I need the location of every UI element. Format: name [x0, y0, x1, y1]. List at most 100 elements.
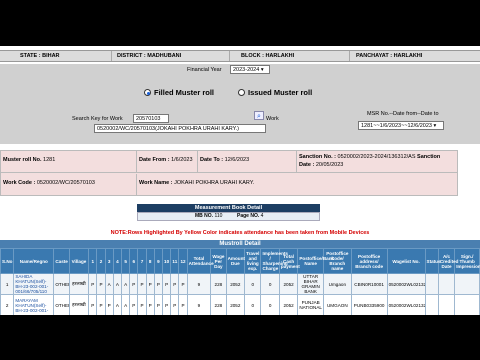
column-header: 4 — [112, 248, 123, 274]
table-cell — [424, 294, 439, 315]
column-header: 1 — [88, 248, 98, 274]
date-from-value: 1/6/2023 — [171, 157, 193, 163]
search-icon[interactable]: ⌕ — [254, 111, 264, 120]
table-cell: P — [88, 294, 98, 315]
table-cell: A — [112, 294, 123, 315]
column-header: Caste — [53, 248, 70, 274]
table-cell: 2 — [0, 294, 15, 315]
info-row-1: Muster roll No. 1281 Date From : 1/6/202… — [1, 151, 457, 173]
table-cell: PUNB0335900 — [350, 294, 388, 315]
table-cell: P — [170, 273, 180, 295]
column-header: Travel and living exp. — [244, 248, 262, 274]
state-label: STATE : BIHAR — [20, 53, 60, 59]
table-cell: 9 — [186, 273, 212, 295]
issued-muster-label: Issued Muster roll — [248, 88, 313, 97]
table-cell: P — [137, 294, 147, 315]
table-cell: 0 — [244, 294, 262, 315]
column-header: Postoffice address/ Branch code — [350, 248, 388, 274]
table-cell: Umgaon — [322, 273, 352, 295]
column-header: Sign./ Thumb Impression — [454, 248, 480, 274]
table-cell: हरलाखी — [68, 294, 90, 315]
table-cell: P — [96, 294, 106, 315]
table-cell: P — [88, 273, 98, 295]
column-header: 9 — [153, 248, 164, 274]
table-cell: UTTAR BIHAR GRAMIN BANK — [297, 273, 324, 295]
table-cell: A — [104, 273, 114, 295]
mustroll-title: Mustroll Detail — [0, 240, 480, 248]
muster-no-label: Muster roll No. — [3, 157, 42, 163]
muster-no-value: 1281 — [43, 157, 56, 163]
chevron-down-icon: ▾ — [433, 123, 437, 129]
date-from-cell: Date From : 1/6/2023 — [137, 151, 198, 173]
page-no-group: Page NO. 4 — [237, 213, 263, 220]
work-label: Work — [266, 116, 279, 122]
table-cell: P — [137, 273, 147, 295]
panchayat-cell: PANCHAYAT : HARLAKHI — [350, 51, 480, 61]
table-cell: 2052 — [225, 294, 246, 315]
table-cell: CBIN0R10001 — [350, 273, 388, 295]
work-name-label: Work Name : — [139, 180, 173, 186]
msr-select[interactable]: 1281~~1/6/2023~~12/6/2023 ▾ — [358, 121, 444, 130]
column-header: 8 — [145, 248, 155, 274]
sanction-date-label: Date : — [299, 162, 315, 168]
table-cell: 0 — [260, 294, 280, 315]
sanction-label: Sanction — [417, 154, 441, 160]
filled-muster-radio[interactable]: Filled Muster roll — [144, 88, 214, 97]
table-cell: P — [178, 273, 188, 295]
table-cell: 2052 — [225, 273, 246, 295]
chevron-down-icon: ▾ — [260, 67, 264, 73]
table-cell: A — [112, 273, 123, 295]
search-key-input[interactable]: 20570103 — [133, 114, 169, 123]
column-header: Postoffice/Bank Name — [297, 248, 334, 274]
mb-no-value: 110 — [214, 213, 223, 219]
table-cell: 9 — [186, 294, 212, 315]
issued-muster-radio[interactable]: Issued Muster roll — [238, 88, 312, 97]
table-cell: 0 — [260, 273, 280, 295]
sanction-no-label: Sanction No. : — [299, 154, 336, 160]
column-header: 10 — [162, 248, 172, 274]
table-cell: A — [120, 273, 131, 295]
column-header: Amount Due — [225, 248, 246, 274]
search-key-label: Search Key for Work — [72, 116, 123, 122]
column-header: A/c Credited Date — [437, 248, 458, 274]
table-cell: OTHER — [53, 273, 70, 295]
table-cell — [437, 273, 456, 295]
table-cell: P — [129, 273, 139, 295]
panchayat-label: PANCHAYAT : HARLAKHI — [356, 53, 423, 59]
table-cell: हरलाखी — [68, 273, 90, 295]
table-cell: P — [162, 294, 172, 315]
column-header: Wagelist No. — [386, 248, 426, 274]
column-header: 11 — [170, 248, 180, 274]
radio-unselected-icon — [238, 89, 245, 96]
table-cell: P — [153, 273, 164, 295]
table-cell: 1 — [0, 273, 15, 295]
district-label: DISTRICT : MADHUBANI — [117, 53, 182, 59]
financial-year-label: Financial Year — [187, 67, 222, 73]
table-cell: P — [162, 273, 172, 295]
column-header: 2 — [96, 248, 106, 274]
block-label: BLOCK : HARLAKHI — [241, 53, 295, 59]
worker-name-link[interactable]: SAHIDA KHATUN(Self)-BH-23-002-001-001/66… — [13, 273, 55, 295]
column-header: 3 — [104, 248, 114, 274]
table-cell: P — [104, 294, 114, 315]
work-name-value: JOKAHI POKHRA URAHI KARY. — [174, 180, 255, 186]
work-code-cell: Work Code : 0520002/WC/20570103 — [1, 174, 137, 196]
table-cell: OTHER — [53, 294, 70, 315]
financial-year-select[interactable]: 2023-2024 ▾ — [230, 65, 270, 74]
worker-name-link[interactable]: MARAYAM KHATUN(Self)-BH-23-002-001- — [13, 294, 55, 315]
page-no-value: 4 — [260, 213, 264, 219]
column-header: Postoffice Code/ Branch name — [322, 248, 352, 274]
date-to-cell: Date To : 12/6/2023 — [198, 151, 297, 173]
table-cell — [454, 294, 480, 315]
financial-year-value: 2023-2024 — [233, 67, 260, 73]
mobile-attendance-note: NOTE:Rows Highlighted By Yellow Color in… — [110, 230, 370, 236]
work-select[interactable]: 0520002/WC/20570103(JOKAHI POKHRA URAHI … — [94, 124, 266, 133]
state-cell: STATE : BIHAR — [0, 51, 112, 61]
table-cell: P — [129, 294, 139, 315]
search-form: Financial Year 2023-2024 ▾ Filled Muster… — [0, 64, 480, 144]
mb-no-label: MB NO. — [195, 213, 214, 219]
column-header: 12 — [178, 248, 188, 274]
sanction-no-value: 0520002/2023-2024/136312/AS — [337, 154, 416, 160]
work-code-label: Work Code : — [3, 180, 36, 186]
block-cell: BLOCK : HARLAKHI — [230, 51, 350, 61]
